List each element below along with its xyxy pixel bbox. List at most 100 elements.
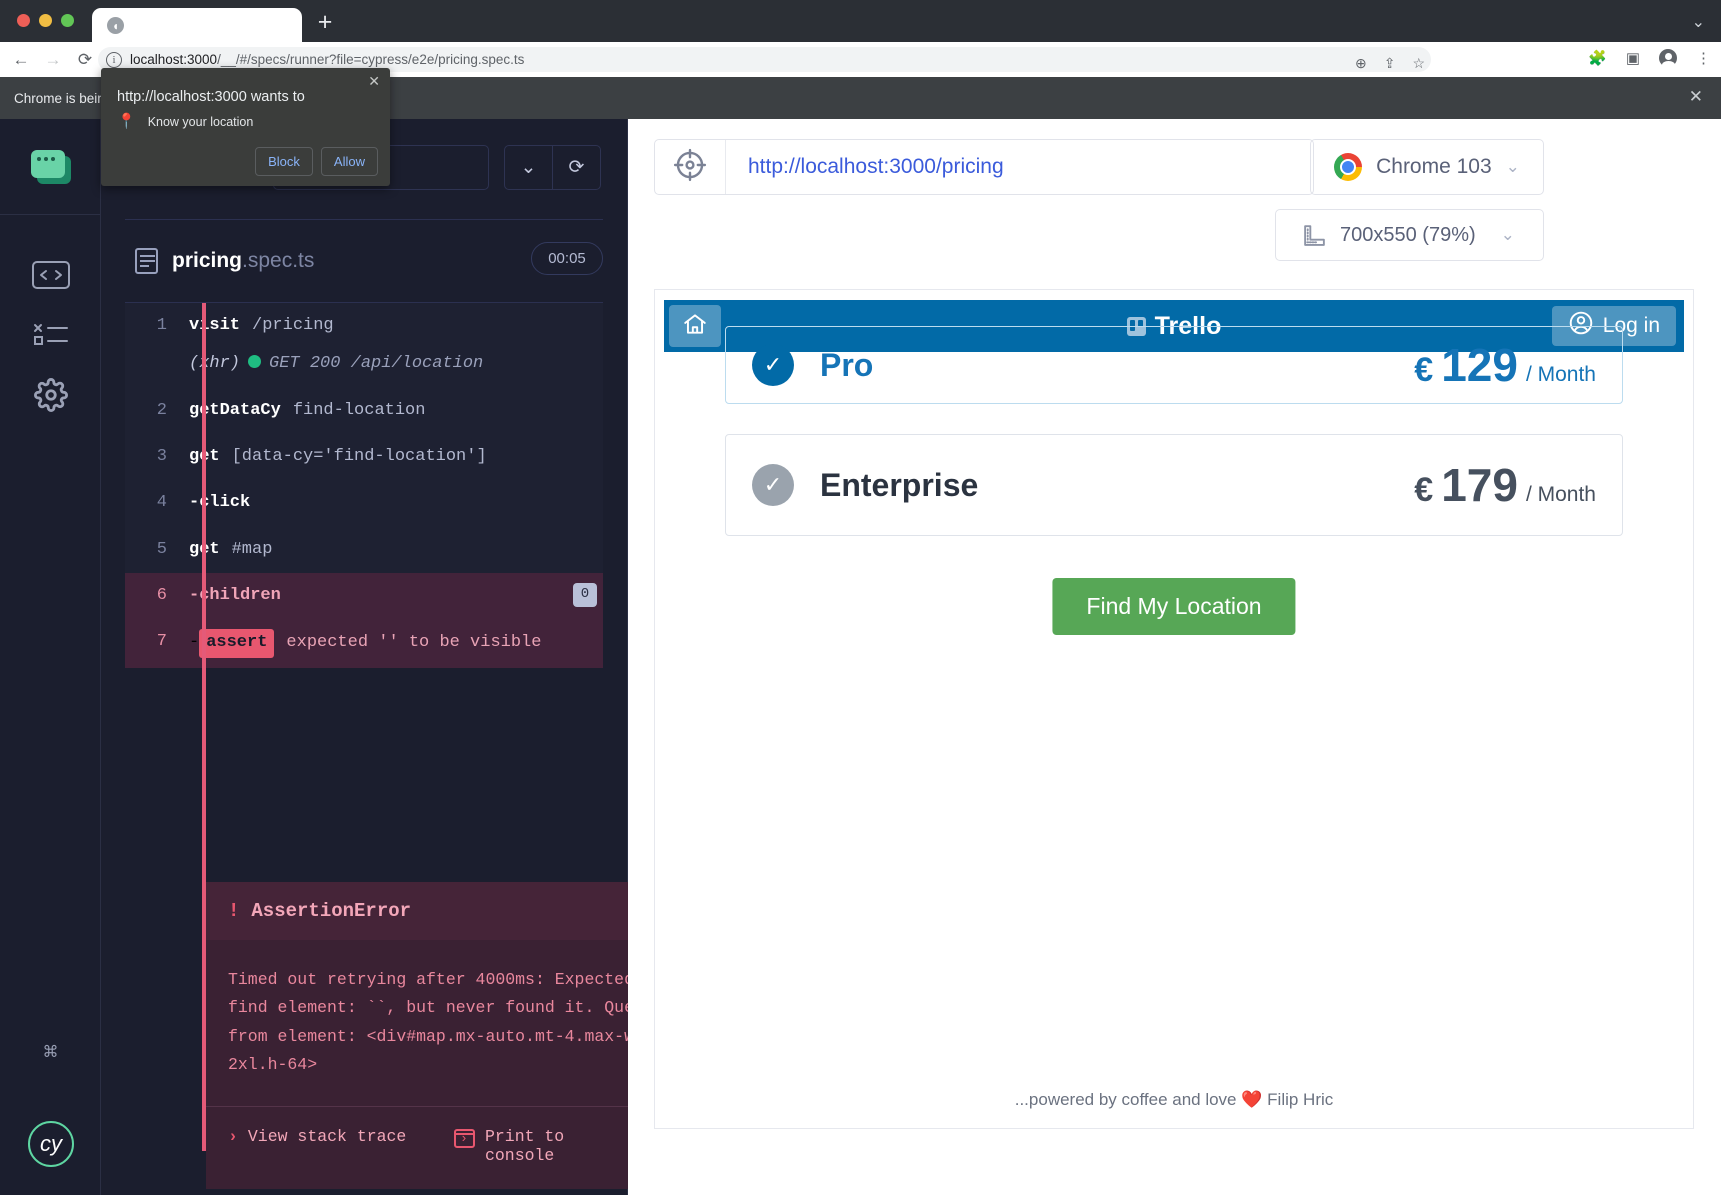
restart-tests-button[interactable]: ⟳ — [553, 146, 600, 189]
permission-option-row: 📍 Know your location — [117, 114, 253, 129]
cast-icon[interactable]: ▣ — [1626, 49, 1640, 67]
command-row[interactable]: 1 visit/pricing — [125, 303, 603, 350]
command-row-xhr[interactable]: (xhr) GET 200 /api/location — [125, 349, 603, 388]
site-info-icon[interactable]: i — [106, 51, 122, 68]
project-logo[interactable] — [0, 119, 101, 215]
chrome-icon — [1334, 153, 1363, 181]
zoom-icon[interactable]: ⊕ — [1355, 55, 1367, 71]
cypress-logo[interactable]: cy — [28, 1121, 74, 1167]
spec-title: pricing.spec.ts — [172, 249, 315, 272]
share-icon[interactable]: ⇪ — [1384, 55, 1396, 71]
command-number — [125, 351, 189, 377]
minimize-window-button[interactable] — [39, 14, 52, 27]
browser-selector-label: Chrome 103 — [1376, 155, 1492, 178]
reporter-controls: ⌄ ⟳ — [504, 145, 601, 190]
sidebar-item-specs[interactable] — [0, 245, 101, 305]
command-row-assert[interactable]: 7 - assert expected '' to be visible — [125, 619, 603, 668]
aut-iframe: Trello Log in ✓ Pro € 129 / Month ✓ Ente… — [654, 289, 1694, 1129]
spec-header: pricing.spec.ts 00:05 — [125, 219, 603, 303]
cypress-sidebar-rail: ⌘ cy — [0, 119, 101, 1195]
browser-selector[interactable]: Chrome 103 ⌄ — [1310, 139, 1544, 195]
maximize-window-button[interactable] — [61, 14, 74, 27]
command-row[interactable]: 3 get[data-cy='find-location'] — [125, 434, 603, 481]
close-window-button[interactable] — [17, 14, 30, 27]
console-icon — [454, 1128, 475, 1148]
command-keyword: -click — [189, 493, 251, 513]
back-button[interactable]: ← — [10, 49, 32, 71]
sidebar-item-runs[interactable] — [0, 305, 101, 365]
failing-test-indicator — [202, 303, 206, 1151]
command-arg: #map — [231, 539, 273, 559]
window-traffic-lights — [17, 14, 74, 27]
close-icon[interactable]: ✕ — [368, 74, 380, 88]
forward-button[interactable]: → — [42, 49, 64, 71]
error-title: AssertionError — [251, 900, 412, 922]
print-to-console-button[interactable]: Print to console — [454, 1127, 640, 1165]
check-icon: ✓ — [752, 464, 794, 506]
command-arg: [data-cy='find-location'] — [231, 447, 487, 467]
command-arg: expected '' to be visible — [286, 633, 542, 653]
chevron-down-icon: ⌄ — [1500, 225, 1515, 244]
permission-option-label: Know your location — [147, 114, 254, 129]
plan-price: € 129 / Month — [1414, 338, 1596, 392]
assert-badge: assert — [199, 629, 275, 658]
runs-list-icon — [32, 322, 70, 348]
allow-button[interactable]: Allow — [320, 147, 378, 176]
command-number: 1 — [156, 316, 167, 335]
browser-titlebar: ◖ + ⌄ — [0, 0, 1721, 42]
xhr-detail: GET 200 /api/location — [269, 354, 484, 374]
close-icon[interactable]: ✕ — [1689, 88, 1703, 106]
command-number: 3 — [156, 447, 167, 467]
command-list: 1 visit/pricing (xhr) GET 200 /api/locati… — [125, 303, 603, 668]
footer-author: Filip Hric — [1267, 1090, 1334, 1109]
new-tab-button[interactable]: + — [312, 10, 338, 36]
view-stack-trace-button[interactable]: › View stack trace — [228, 1127, 414, 1165]
spec-timer: 00:05 — [531, 242, 603, 275]
collapse-button[interactable]: ⌄ — [505, 146, 552, 189]
command-number: 4 — [156, 493, 167, 513]
cypress-app: ⌘ cy 1 ◠ -- ⌄ ⟳ — [0, 119, 1721, 1195]
reload-button[interactable]: ⟳ — [74, 49, 96, 71]
command-row[interactable]: 4 -click — [125, 480, 603, 527]
plan-amount: 129 — [1441, 339, 1518, 391]
sidebar-item-settings[interactable] — [0, 365, 101, 425]
ruler-icon — [1302, 223, 1327, 248]
file-icon — [135, 248, 158, 274]
extensions-icon[interactable]: 🧩 — [1588, 49, 1607, 67]
command-number: 2 — [156, 400, 167, 420]
browser-tab[interactable]: ◖ — [92, 8, 302, 42]
plan-period: / Month — [1525, 363, 1596, 386]
aut-toolbar: http://localhost:3000/pricing Chrome 103… — [628, 119, 1721, 289]
app-footer: ...powered by coffee and love ❤️ Filip H… — [655, 1090, 1693, 1110]
code-brackets-icon — [31, 261, 70, 289]
address-bar-text: localhost:3000/__/#/specs/runner?file=cy… — [130, 52, 525, 67]
block-button[interactable]: Block — [255, 147, 313, 176]
plan-price: € 179 / Month — [1414, 458, 1596, 512]
permission-dialog-actions: Block Allow — [255, 147, 378, 176]
find-my-location-button[interactable]: Find My Location — [1052, 578, 1296, 635]
command-row[interactable]: 2 getDataCy find-location — [125, 387, 603, 435]
plan-card-pro[interactable]: ✓ Pro € 129 / Month — [725, 326, 1623, 404]
aut-url-bar[interactable]: http://localhost:3000/pricing — [654, 139, 1314, 195]
plan-card-enterprise[interactable]: ✓ Enterprise € 179 / Month — [725, 434, 1623, 536]
plan-currency: € — [1414, 471, 1434, 509]
command-arg: find-location — [292, 400, 426, 420]
viewport-selector[interactable]: 700x550 (79%) ⌄ — [1275, 209, 1544, 261]
plan-currency: € — [1414, 351, 1434, 389]
status-dot-icon — [248, 355, 262, 369]
keyboard-shortcuts-icon[interactable]: ⌘ — [0, 1027, 101, 1077]
command-row[interactable]: 5 get#map — [125, 526, 603, 574]
tab-favicon-icon: ◖ — [107, 17, 124, 34]
profile-avatar-icon[interactable] — [1659, 49, 1677, 69]
browser-menu-icon[interactable]: ⋮ — [1696, 49, 1711, 67]
pin-icon: 📍 — [117, 113, 136, 130]
command-row-failed[interactable]: 6 -children 0 — [125, 573, 603, 620]
selector-playground-button[interactable] — [655, 140, 726, 194]
error-icon: ! — [228, 900, 240, 922]
chevron-down-icon: ⌄ — [1505, 157, 1520, 176]
app-under-test-panel: http://localhost:3000/pricing Chrome 103… — [628, 119, 1721, 1195]
bookmark-star-icon[interactable]: ☆ — [1412, 55, 1425, 71]
aut-url-text: http://localhost:3000/pricing — [748, 155, 1004, 178]
chevron-down-icon[interactable]: ⌄ — [1692, 12, 1705, 32]
plan-name: Pro — [820, 346, 874, 383]
